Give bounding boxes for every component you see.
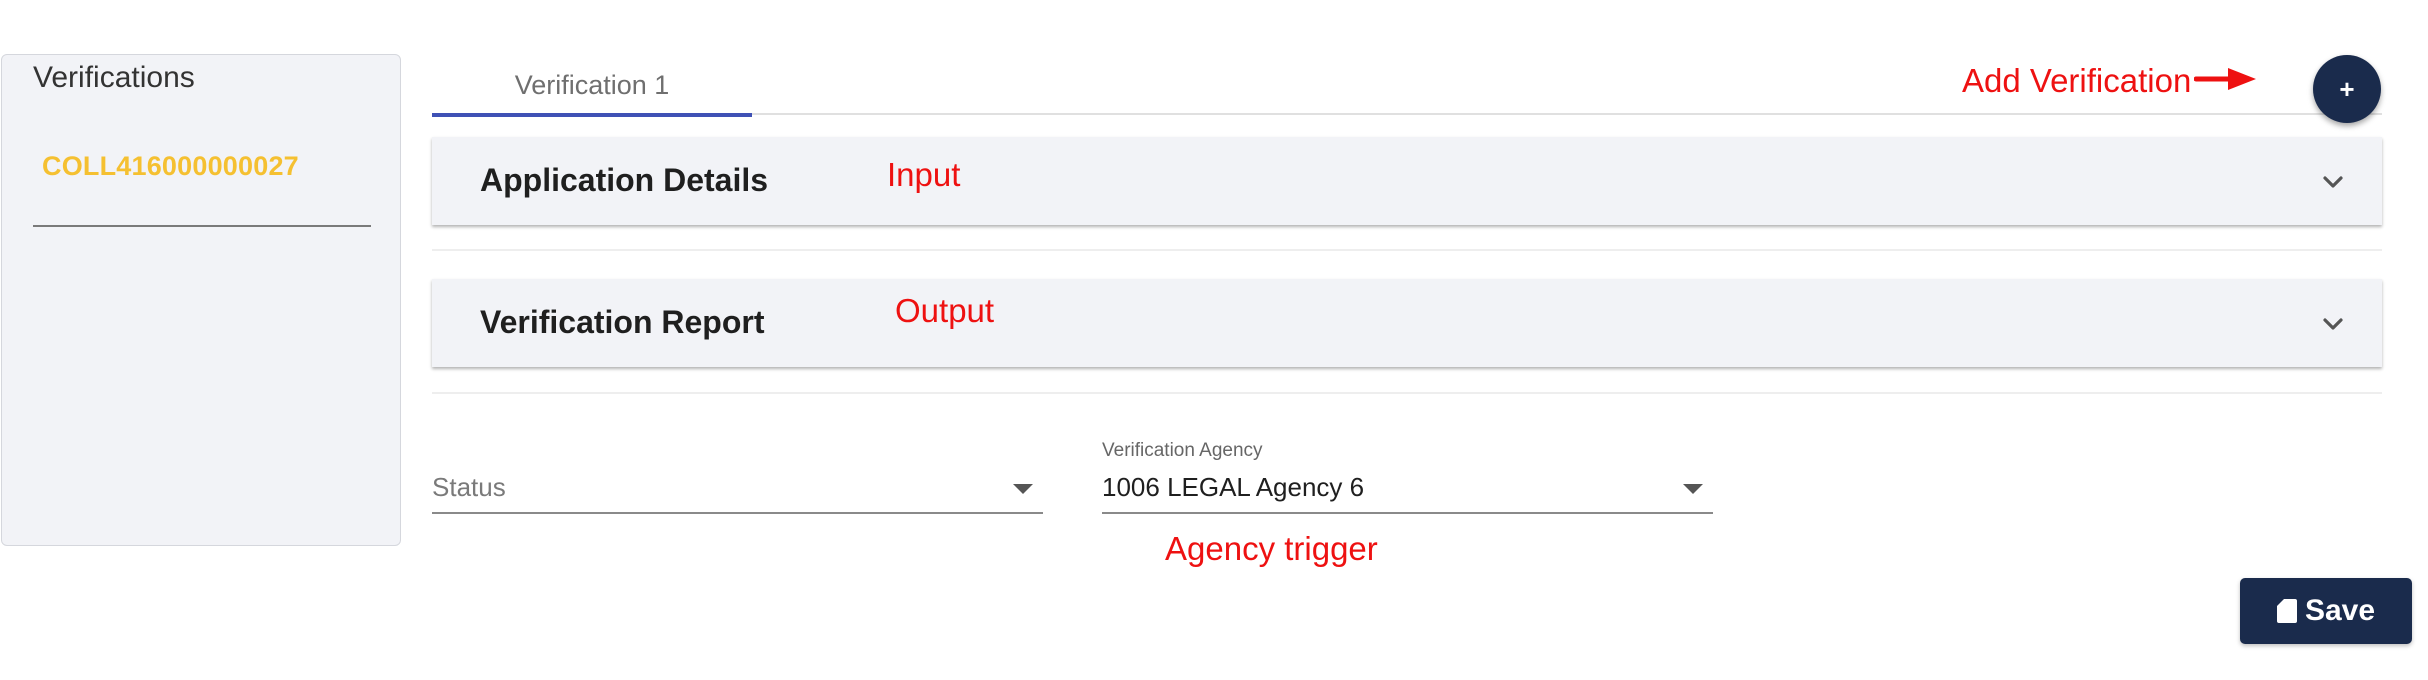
chevron-down-icon <box>2323 318 2343 330</box>
save-label: Save <box>2304 594 2376 627</box>
status-placeholder: Status <box>432 472 506 502</box>
annotation-arrow-icon <box>2194 68 2256 90</box>
tab-verification-1[interactable]: Verification 1 <box>432 58 752 117</box>
verification-agency-select[interactable]: 1006 LEGAL Agency 6 <box>1102 462 1713 514</box>
verifications-title: Verifications <box>33 61 195 94</box>
agency-value: 1006 LEGAL Agency 6 <box>1102 472 1365 502</box>
agency-field-label: Verification Agency <box>1102 440 1263 461</box>
application-details-section[interactable]: Application Details <box>432 137 2382 225</box>
sd-card-icon <box>2276 599 2297 623</box>
add-verification-button[interactable]: + <box>2313 55 2381 123</box>
section-divider <box>432 249 2382 251</box>
verification-list-item[interactable]: COLL416000000027 <box>33 147 371 227</box>
section-divider <box>432 392 2382 394</box>
verification-report-section[interactable]: Verification Report <box>432 279 2382 367</box>
section-title: Verification Report <box>480 304 765 340</box>
annotation-output: Output <box>895 292 995 329</box>
save-button[interactable]: Save <box>2240 578 2412 644</box>
dropdown-arrow-icon <box>1683 484 1703 494</box>
annotation-input: Input <box>887 156 961 193</box>
annotation-agency-trigger: Agency trigger <box>1165 530 1378 567</box>
dropdown-arrow-icon <box>1013 484 1033 494</box>
annotation-add-verification: Add Verification <box>1962 62 2192 99</box>
chevron-down-icon <box>2323 176 2343 188</box>
tab-label: Verification 1 <box>514 70 670 100</box>
verification-id-label: COLL416000000027 <box>42 151 299 181</box>
verifications-panel: Verifications COLL416000000027 <box>1 54 401 546</box>
section-title: Application Details <box>480 162 769 198</box>
tab-active-indicator <box>432 113 752 117</box>
status-select[interactable]: Status <box>432 462 1043 514</box>
